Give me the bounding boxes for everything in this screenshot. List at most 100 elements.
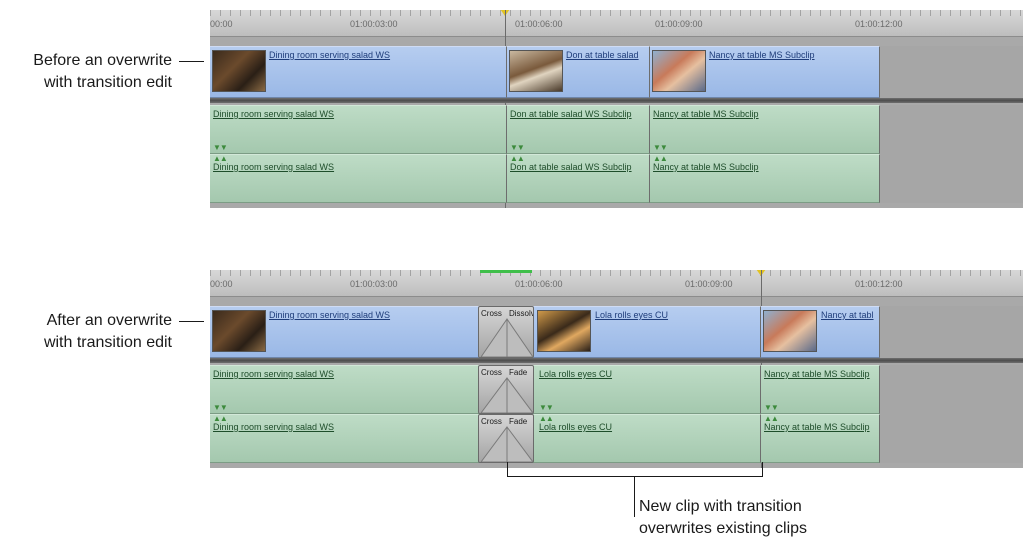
clip-thumbnail bbox=[509, 50, 563, 92]
clip-thumbnail bbox=[537, 310, 591, 352]
clip-name: Dining room serving salad WS bbox=[213, 369, 335, 379]
clip-name: Don at table salad WS Subclip bbox=[510, 162, 632, 172]
audio-clip[interactable]: ▲▲ Dining room serving salad WS bbox=[210, 414, 507, 463]
clip-name: Dining room serving salad WS bbox=[269, 50, 391, 60]
video-track: Dining room serving salad WS Don at tabl… bbox=[210, 46, 1023, 98]
cross-dissolve-transition[interactable]: Cross Dissolve bbox=[478, 306, 534, 358]
empty-track-area bbox=[880, 414, 1023, 463]
timecode-label: 01:00:12:00 bbox=[855, 19, 903, 29]
empty-track-area bbox=[880, 105, 1023, 154]
transition-label: Cross bbox=[481, 417, 502, 426]
timecode-ruler[interactable]: 00:00 01:00:03:00 01:00:06:00 01:00:09:0… bbox=[210, 270, 1023, 297]
after-callout: After an overwrite with transition edit bbox=[0, 310, 172, 354]
video-clip[interactable]: Lola rolls eyes CU bbox=[507, 306, 761, 358]
transition-label: Fade bbox=[509, 417, 528, 426]
before-callout-line2: with transition edit bbox=[43, 74, 172, 91]
clip-thumbnail bbox=[763, 310, 817, 352]
audio-link-marker-icon: ▼▼ bbox=[213, 143, 228, 152]
transition-label: Cross bbox=[481, 368, 502, 377]
bracket-left-tick bbox=[507, 462, 508, 477]
clip-name: Lola rolls eyes CU bbox=[539, 369, 613, 379]
bracket-callout-line2: overwrites existing clips bbox=[639, 520, 808, 537]
before-leader-line bbox=[179, 61, 204, 62]
timecode-label: 01:00:09:00 bbox=[685, 279, 733, 289]
clip-thumbnail bbox=[212, 310, 266, 352]
cross-fade-transition[interactable]: Cross Fade bbox=[478, 414, 534, 463]
audio-clip[interactable]: ▲▲ Nancy at table MS Subclip bbox=[761, 414, 880, 463]
ruler-ticks bbox=[210, 270, 1023, 276]
before-callout-line1: Before an overwrite bbox=[33, 52, 172, 69]
transition-label: Cross bbox=[481, 309, 502, 318]
video-clip[interactable]: Dining room serving salad WS bbox=[210, 46, 507, 98]
track-separator[interactable] bbox=[210, 98, 1023, 103]
clip-name: Nancy at table MS Subclip bbox=[764, 422, 870, 432]
timecode-label: 00:00 bbox=[210, 279, 233, 289]
empty-track-area bbox=[880, 154, 1023, 203]
audio-track-2: ▲▲ Dining room serving salad WS ▲▲ Don a… bbox=[210, 154, 1023, 203]
timeline-after[interactable]: 00:00 01:00:03:00 01:00:06:00 01:00:09:0… bbox=[210, 270, 1023, 468]
video-clip[interactable]: Don at table salad bbox=[507, 46, 650, 98]
video-clip[interactable]: Dining room serving salad WS bbox=[210, 306, 507, 358]
clip-name: Dining room serving salad WS bbox=[213, 162, 335, 172]
audio-clip[interactable]: Nancy at table MS Subclip ▼▼ bbox=[650, 105, 880, 154]
audio-link-marker-icon: ▼▼ bbox=[539, 403, 554, 412]
audio-link-marker-icon: ▼▼ bbox=[510, 143, 525, 152]
audio-clip[interactable]: Lola rolls eyes CU ▼▼ bbox=[507, 365, 761, 414]
clip-name: Lola rolls eyes CU bbox=[539, 422, 613, 432]
track-separator[interactable] bbox=[210, 358, 1023, 363]
audio-clip[interactable]: Dining room serving salad WS ▼▼ bbox=[210, 365, 507, 414]
video-clip[interactable]: Nancy at tabl bbox=[761, 306, 880, 358]
bracket-stem bbox=[634, 477, 635, 517]
cross-fade-transition[interactable]: Cross Fade bbox=[478, 365, 534, 414]
audio-clip[interactable]: Dining room serving salad WS ▼▼ bbox=[210, 105, 507, 154]
timecode-label: 01:00:03:00 bbox=[350, 19, 398, 29]
audio-clip[interactable]: Nancy at table MS Subclip ▼▼ bbox=[761, 365, 880, 414]
clip-name: Nancy at table MS Subclip bbox=[764, 369, 870, 379]
clip-name: Dining room serving salad WS bbox=[213, 422, 335, 432]
timecode-label: 00:00 bbox=[210, 19, 233, 29]
empty-track-area bbox=[880, 365, 1023, 414]
clip-name: Nancy at table MS Subclip bbox=[709, 50, 815, 60]
timecode-ruler[interactable]: 00:00 01:00:03:00 01:00:06:00 01:00:09:0… bbox=[210, 10, 1023, 37]
bracket-horizontal-line bbox=[507, 476, 763, 477]
transition-label: Dissolve bbox=[509, 309, 533, 318]
clip-name: Dining room serving salad WS bbox=[213, 109, 335, 119]
clip-thumbnail bbox=[212, 50, 266, 92]
audio-clip[interactable]: ▲▲ Lola rolls eyes CU bbox=[507, 414, 761, 463]
clip-name: Nancy at tabl bbox=[821, 310, 874, 320]
video-clip[interactable]: Nancy at table MS Subclip bbox=[650, 46, 880, 98]
audio-clip[interactable]: ▲▲ Nancy at table MS Subclip bbox=[650, 154, 880, 203]
before-callout: Before an overwrite with transition edit bbox=[0, 50, 172, 94]
bracket-callout-line1: New clip with transition bbox=[639, 498, 802, 515]
transition-label: Fade bbox=[509, 368, 528, 377]
timecode-label: 01:00:06:00 bbox=[515, 19, 563, 29]
clip-thumbnail bbox=[652, 50, 706, 92]
clip-name: Don at table salad WS Subclip bbox=[510, 109, 632, 119]
audio-link-marker-icon: ▼▼ bbox=[653, 143, 668, 152]
audio-clip[interactable]: ▲▲ Dining room serving salad WS bbox=[210, 154, 507, 203]
video-track: Dining room serving salad WS Lola rolls … bbox=[210, 306, 1023, 358]
audio-track-1: Dining room serving salad WS ▼▼ Don at t… bbox=[210, 105, 1023, 154]
audio-link-marker-icon: ▼▼ bbox=[764, 403, 779, 412]
empty-track-area bbox=[880, 306, 1023, 358]
audio-track-1: Dining room serving salad WS ▼▼ Lola rol… bbox=[210, 365, 1023, 414]
audio-clip[interactable]: Don at table salad WS Subclip ▼▼ bbox=[507, 105, 650, 154]
clip-name: Lola rolls eyes CU bbox=[595, 310, 669, 320]
clip-name: Nancy at table MS Subclip bbox=[653, 109, 759, 119]
audio-link-marker-icon: ▼▼ bbox=[213, 403, 228, 412]
timecode-label: 01:00:09:00 bbox=[655, 19, 703, 29]
timecode-label: 01:00:03:00 bbox=[350, 279, 398, 289]
audio-track-2: ▲▲ Dining room serving salad WS ▲▲ Lola … bbox=[210, 414, 1023, 463]
clip-name: Don at table salad bbox=[566, 50, 639, 60]
clip-name: Dining room serving salad WS bbox=[269, 310, 391, 320]
timecode-label: 01:00:06:00 bbox=[515, 279, 563, 289]
ruler-ticks bbox=[210, 10, 1023, 16]
empty-track-area bbox=[880, 46, 1023, 98]
timecode-label: 01:00:12:00 bbox=[855, 279, 903, 289]
after-leader-line bbox=[179, 321, 204, 322]
render-status-bar bbox=[480, 270, 532, 273]
timeline-before[interactable]: 00:00 01:00:03:00 01:00:06:00 01:00:09:0… bbox=[210, 10, 1023, 208]
audio-clip[interactable]: ▲▲ Don at table salad WS Subclip bbox=[507, 154, 650, 203]
after-callout-line1: After an overwrite bbox=[46, 312, 172, 329]
bracket-callout: New clip with transition overwrites exis… bbox=[639, 496, 859, 540]
